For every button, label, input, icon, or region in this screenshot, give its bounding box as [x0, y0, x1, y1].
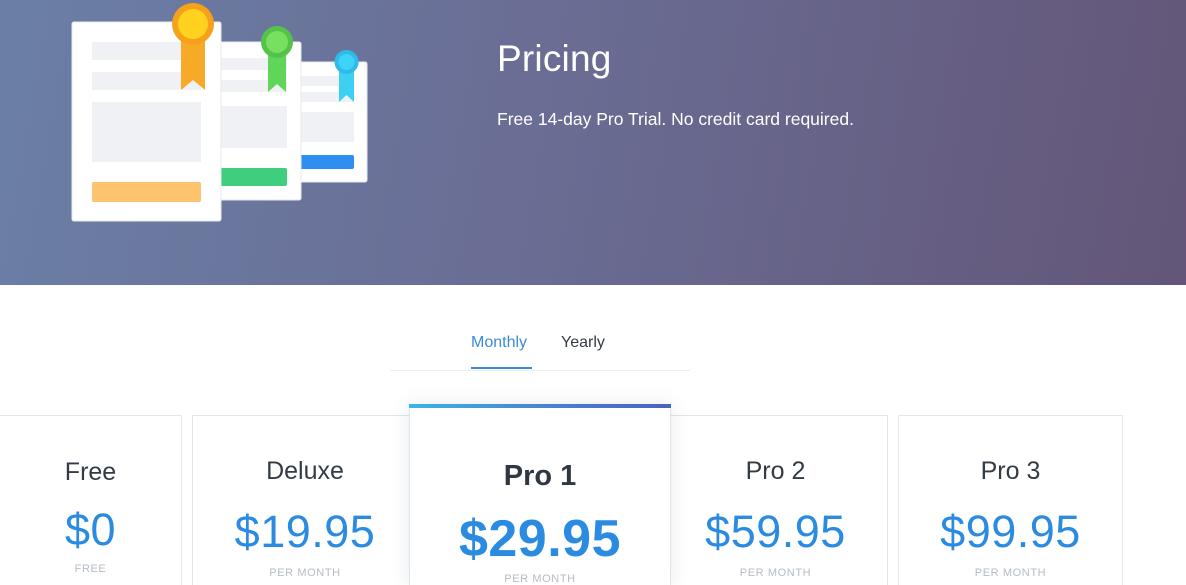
billing-period-tabs: Monthly Yearly [390, 325, 690, 371]
plan-period: FREE [74, 563, 107, 575]
tab-yearly[interactable]: Yearly [561, 334, 605, 365]
tab-monthly[interactable]: Monthly [471, 334, 527, 365]
plan-card-pro-3[interactable]: Pro 3 $99.95 PER MONTH [898, 415, 1123, 585]
plan-period: PER MONTH [974, 567, 1047, 579]
plan-period: PER MONTH [739, 567, 812, 579]
plan-name: Free [64, 458, 117, 486]
plan-price: $0 [64, 504, 117, 555]
active-tab-indicator [471, 367, 532, 369]
plan-name: Pro 3 [980, 457, 1041, 485]
plan-price: $19.95 [234, 506, 376, 557]
plan-period: PER MONTH [269, 567, 341, 579]
plan-card-deluxe[interactable]: Deluxe $19.95 PER MONTH [192, 415, 418, 585]
pricing-hero: Pricing Free 14-day Pro Trial. No credit… [0, 0, 1186, 285]
page-subtitle: Free 14-day Pro Trial. No credit card re… [497, 109, 854, 129]
pricing-plans-illustration [71, 3, 368, 222]
plan-sheet-green [207, 26, 302, 201]
plan-sheet-gold [71, 3, 222, 222]
plan-card-free[interactable]: Free $0 FREE [0, 415, 182, 585]
plan-name: Pro 1 [503, 460, 577, 492]
plan-card-pro-2[interactable]: Pro 2 $59.95 PER MONTH [663, 415, 888, 585]
plan-period: PER MONTH [504, 573, 576, 585]
page-title: Pricing [497, 38, 612, 79]
plan-card-pro-1-featured[interactable]: Pro 1 $29.95 PER MONTH [409, 404, 671, 585]
plan-name: Deluxe [266, 457, 344, 485]
plan-price: $99.95 [940, 506, 1081, 557]
plan-name: Pro 2 [745, 457, 806, 485]
plan-price: $59.95 [705, 506, 846, 557]
plan-price: $29.95 [458, 510, 622, 568]
